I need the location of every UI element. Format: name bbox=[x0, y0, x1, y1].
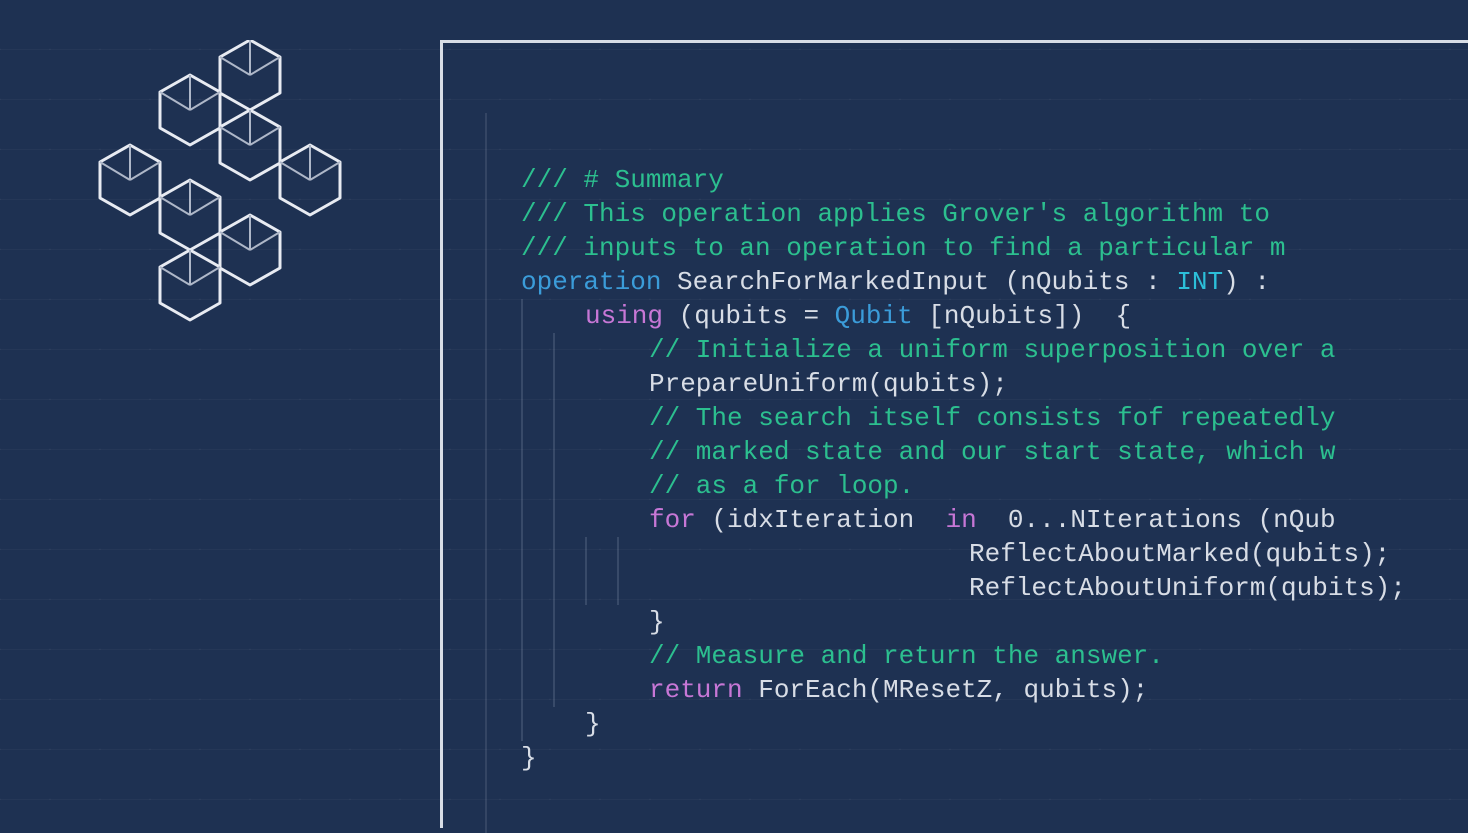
code-token: operation bbox=[521, 267, 677, 297]
code-line-content: PrepareUniform(qubits); bbox=[585, 369, 1008, 399]
indent-guide bbox=[521, 673, 523, 707]
code-line: ReflectAboutMarked(qubits); bbox=[521, 537, 1468, 571]
code-line-content: operation SearchForMarkedInput (nQubits … bbox=[521, 267, 1286, 297]
code-line: /// inputs to an operation to find a par… bbox=[521, 231, 1468, 265]
code-token: // Initialize a uniform superposition ov… bbox=[649, 335, 1336, 365]
indent-guide bbox=[553, 639, 555, 673]
code-line-content: ReflectAboutMarked(qubits); bbox=[745, 539, 1390, 569]
indent-guide bbox=[553, 469, 555, 503]
code-line: } bbox=[521, 605, 1468, 639]
indent-guide bbox=[521, 605, 523, 639]
indent-guide bbox=[553, 673, 555, 707]
indent-guide bbox=[585, 571, 587, 605]
code-line: } bbox=[521, 707, 1468, 741]
code-token: ReflectAboutMarked(qubits); bbox=[969, 539, 1390, 569]
indent-guide bbox=[553, 503, 555, 537]
indent-guide bbox=[521, 367, 523, 401]
indent-guide bbox=[617, 571, 619, 605]
indent-guide bbox=[553, 605, 555, 639]
code-token: NIterations (nQub bbox=[1070, 505, 1335, 535]
code-line-content: ReflectAboutUniform(qubits); bbox=[745, 573, 1406, 603]
indent-guide bbox=[521, 707, 523, 741]
code-token: for bbox=[649, 505, 711, 535]
code-line-content: // The search itself consists fof repeat… bbox=[585, 403, 1336, 433]
code-line-content: /// inputs to an operation to find a par… bbox=[521, 233, 1286, 263]
indent-guide bbox=[521, 333, 523, 367]
cube-cluster-icon bbox=[80, 40, 360, 360]
code-line-content: // marked state and our start state, whi… bbox=[585, 437, 1336, 467]
code-line: /// This operation applies Grover's algo… bbox=[521, 197, 1468, 231]
code-token: (qubits = bbox=[679, 301, 835, 331]
code-token: using bbox=[585, 301, 679, 331]
code-line-content: using (qubits = Qubit [nQubits]) { bbox=[553, 301, 1131, 331]
code-token: SearchForMarkedInput (nQubits : bbox=[677, 267, 1176, 297]
code-token: Qubit bbox=[835, 301, 929, 331]
code-token: /// This operation applies Grover's algo… bbox=[521, 199, 1286, 229]
code-line-content: } bbox=[553, 709, 601, 739]
code-token: (idxIteration bbox=[711, 505, 945, 535]
code-line: return ForEach(MResetZ, qubits); bbox=[521, 673, 1468, 707]
indent-guide bbox=[553, 401, 555, 435]
indent-guide bbox=[521, 401, 523, 435]
code-line: // The search itself consists fof repeat… bbox=[521, 401, 1468, 435]
code-token: return bbox=[649, 675, 758, 705]
code-line-content: // Measure and return the answer. bbox=[585, 641, 1164, 671]
code-token: // marked state and our start state, whi… bbox=[649, 437, 1336, 467]
code-line: // Initialize a uniform superposition ov… bbox=[521, 333, 1468, 367]
code-line: // as a for loop. bbox=[521, 469, 1468, 503]
logo-cube-cluster bbox=[80, 40, 360, 360]
indent-guide bbox=[521, 537, 523, 571]
indent-guide bbox=[553, 435, 555, 469]
code-line: operation SearchForMarkedInput (nQubits … bbox=[521, 265, 1468, 299]
code-token: ReflectAboutUniform(qubits); bbox=[969, 573, 1406, 603]
code-token: in bbox=[945, 505, 1007, 535]
code-line: /// # Summary bbox=[521, 163, 1468, 197]
code-line-content: // as a for loop. bbox=[585, 471, 914, 501]
code-line-content: } bbox=[585, 607, 665, 637]
indent-guide bbox=[521, 571, 523, 605]
code-token: /// # Summary bbox=[521, 165, 724, 195]
indent-guide bbox=[521, 469, 523, 503]
code-line: } bbox=[521, 741, 1468, 775]
indent-guide bbox=[553, 571, 555, 605]
indent-guide bbox=[553, 367, 555, 401]
code-token: } bbox=[521, 743, 537, 773]
code-line-content: /// # Summary bbox=[521, 165, 724, 195]
code-token: // The search itself consists fof repeat… bbox=[649, 403, 1336, 433]
code-token: } bbox=[585, 709, 601, 739]
indent-guide bbox=[521, 435, 523, 469]
indent-guide bbox=[553, 537, 555, 571]
code-token: PrepareUniform(qubits); bbox=[649, 369, 1008, 399]
code-token: /// inputs to an operation to find a par… bbox=[521, 233, 1286, 263]
code-token: // Measure and return the answer. bbox=[649, 641, 1164, 671]
code-line-content: return ForEach(MResetZ, qubits); bbox=[585, 675, 1148, 705]
code-token: ) : bbox=[1223, 267, 1285, 297]
indent-guide bbox=[521, 639, 523, 673]
indent-guide bbox=[553, 333, 555, 367]
indent-guide bbox=[521, 503, 523, 537]
code-token: // as a for loop. bbox=[649, 471, 914, 501]
code-line-content: } bbox=[521, 743, 537, 773]
code-line-content: // Initialize a uniform superposition ov… bbox=[585, 335, 1336, 365]
code-editor-frame: /// # Summary /// This operation applies … bbox=[440, 40, 1468, 828]
code-line: for (idxIteration in 0...NIterations (nQ… bbox=[521, 503, 1468, 537]
code-line: ReflectAboutUniform(qubits); bbox=[521, 571, 1468, 605]
code-line: PrepareUniform(qubits); bbox=[521, 367, 1468, 401]
indent-guide bbox=[521, 299, 523, 333]
code-line-content: for (idxIteration in 0...NIterations (nQ… bbox=[585, 505, 1336, 535]
indent-guide bbox=[617, 537, 619, 571]
code-token: INT bbox=[1176, 267, 1223, 297]
editor-ruler bbox=[485, 113, 487, 833]
code-line: // Measure and return the answer. bbox=[521, 639, 1468, 673]
code-token: } bbox=[649, 607, 665, 637]
code-line-content: /// This operation applies Grover's algo… bbox=[521, 199, 1286, 229]
code-token: ForEach(MResetZ, qubits); bbox=[758, 675, 1148, 705]
code-line: using (qubits = Qubit [nQubits]) { bbox=[521, 299, 1468, 333]
code-token: 0... bbox=[1008, 505, 1070, 535]
code-body: /// # Summary /// This operation applies … bbox=[521, 163, 1468, 775]
indent-guide bbox=[585, 537, 587, 571]
code-line: // marked state and our start state, whi… bbox=[521, 435, 1468, 469]
code-token: [nQubits]) { bbox=[928, 301, 1131, 331]
